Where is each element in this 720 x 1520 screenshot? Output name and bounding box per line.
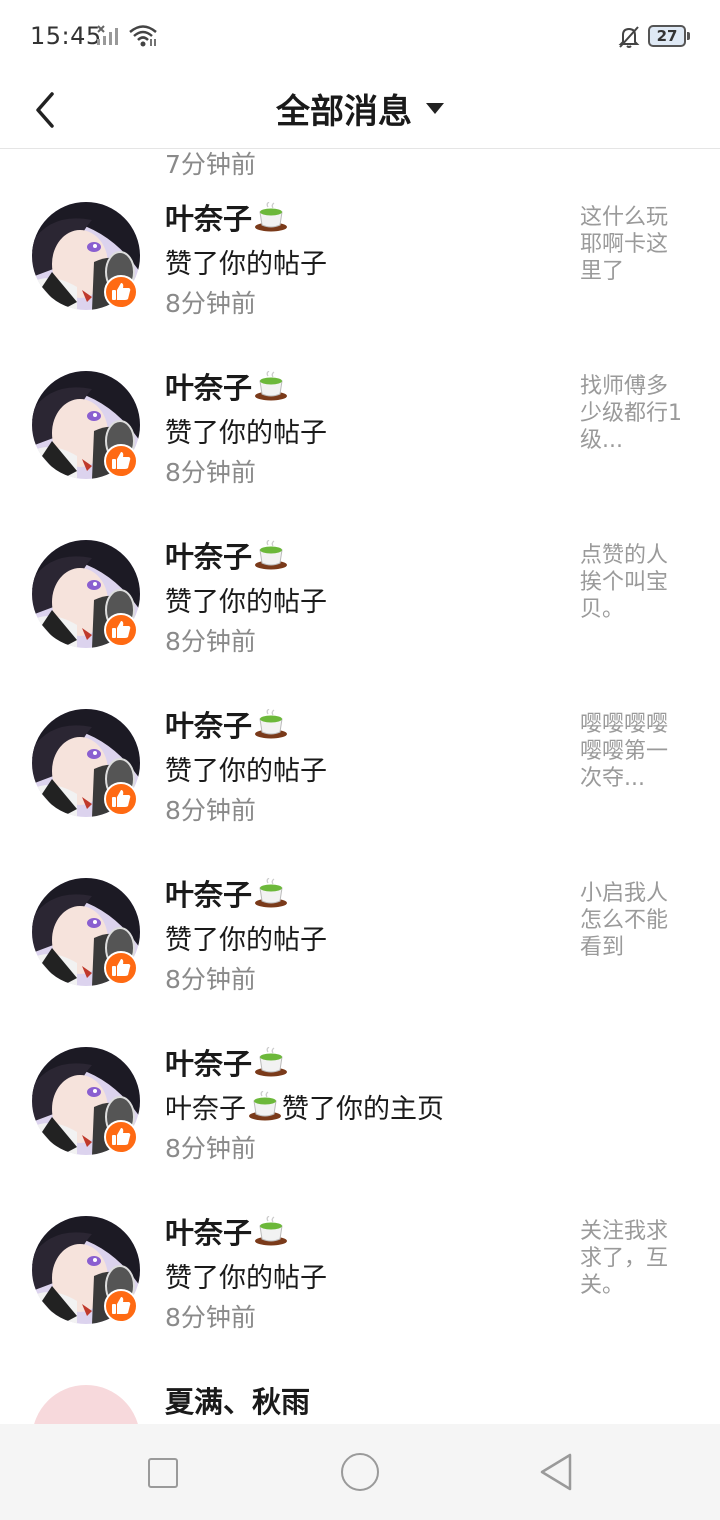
action-text: 赞了你的帖子 [165,587,327,618]
notification-action: 叶奈子 赞了你的主页 [165,1087,444,1126]
title-dropdown[interactable]: 全部消息 [0,84,720,133]
notification-item[interactable]: 叶奈子赞了你的帖子 8分钟前 点赞的人挨个叫宝贝。 [0,518,720,687]
sender-name[interactable]: 叶奈子 [165,872,288,914]
tea-emoji-icon [255,1047,288,1077]
thumbs-up-icon [112,959,131,976]
action-text: 赞了你的帖子 [165,925,327,956]
notification-item[interactable]: 叶奈子赞了你的帖子 8分钟前 找师傅多少级都行1级... [0,349,720,518]
header: 全部消息 [0,70,720,149]
sender-name[interactable]: 叶奈子 [165,534,288,576]
notification-time: 7分钟前 [165,150,256,179]
thumbs-up-icon [112,1128,131,1145]
like-badge [104,1120,138,1154]
notification-time: 8分钟前 [165,965,256,994]
sender-name[interactable]: 叶奈子 [165,196,288,238]
sender-name[interactable]: 叶奈子 [165,1210,288,1252]
post-preview[interactable]: 点赞的人挨个叫宝贝。 [580,542,688,623]
sender-name-text: 叶奈子 [165,1047,253,1081]
notification-action: 赞了你的帖子 [165,918,327,957]
tea-emoji-icon [255,540,288,570]
post-preview[interactable]: 小启我人怎么不能看到 [580,880,688,961]
notification-list[interactable]: 7分钟前 叶奈子 赞了你的帖子 8分钟前 这什么玩耶啊卡这里了 叶奈子 赞了你的帖子 8分钟前… [0,149,720,1424]
notification-item[interactable]: 叶奈子赞了你的帖子 8分钟前 关注我求求了，互关。 [0,1194,720,1363]
notification-time: 8分钟前 [165,1134,256,1163]
notification-time: 8分钟前 [165,458,256,487]
sender-name-text: 夏满、秋雨 [165,1385,311,1419]
home-button[interactable] [341,1453,379,1491]
bell-muted-icon [618,26,640,48]
notification-action: 赞了你的帖子 [165,749,327,788]
thumbs-up-icon [112,1297,131,1314]
tea-emoji-icon [255,371,288,401]
caret-down-icon [426,103,444,114]
sender-name[interactable]: 夏满、秋雨 [165,1379,310,1421]
notification-action: 赞了你的帖子 [165,242,327,281]
like-badge [104,444,138,478]
notification-item[interactable]: 7分钟前 [0,149,720,180]
notification-item[interactable]: 叶奈子 叶奈子 赞了你的主页 8分钟前 [0,1025,720,1194]
notification-action: 赞了你的帖子 [165,580,327,619]
sender-name-text: 叶奈子 [165,371,253,405]
tea-emoji-icon [255,202,288,232]
like-badge [104,1289,138,1323]
sender-name-text: 叶奈子 [165,1216,253,1250]
sender-name[interactable]: 叶奈子 [165,703,288,745]
tea-emoji-icon [249,1091,281,1121]
notification-time: 8分钟前 [165,1303,256,1332]
notification-action: 赞了你的帖子 [165,1256,327,1295]
back-button[interactable] [538,1452,574,1492]
sender-name-text: 叶奈子 [165,540,253,574]
battery-icon: 27 [648,25,690,47]
thumbs-up-icon [112,790,131,807]
action-actor: 叶奈子 [165,1094,246,1125]
tea-emoji-icon [255,878,288,908]
tea-emoji-icon [255,1216,288,1246]
thumbs-up-icon [112,452,131,469]
signal-icon [97,25,118,45]
system-nav-bar [0,1424,720,1520]
post-preview[interactable]: 嘤嘤嘤嘤嘤嘤第一次夺... [580,711,688,792]
action-text: 赞了你的帖子 [165,249,327,280]
notification-action: 赞了你的帖子 [165,411,327,450]
like-badge [104,613,138,647]
notification-item[interactable]: 叶奈子赞了你的帖子 8分钟前 小启我人怎么不能看到 [0,856,720,1025]
notification-time: 8分钟前 [165,627,256,656]
like-badge [104,951,138,985]
notification-item[interactable]: 夏满、秋雨 [0,1363,720,1424]
like-badge [104,782,138,816]
action-text: 赞了你的主页 [282,1094,444,1125]
avatar[interactable] [32,1385,140,1424]
notification-time: 8分钟前 [165,796,256,825]
action-text: 赞了你的帖子 [165,418,327,449]
sender-name-text: 叶奈子 [165,878,253,912]
post-preview[interactable]: 这什么玩耶啊卡这里了 [580,204,688,285]
post-preview[interactable]: 关注我求求了，互关。 [580,1218,688,1299]
sender-name[interactable]: 叶奈子 [165,1041,288,1083]
recent-apps-button[interactable] [148,1458,178,1488]
sender-name[interactable]: 叶奈子 [165,365,288,407]
status-time: 15:45 [30,22,102,50]
thumbs-up-icon [112,283,131,300]
status-bar: 15:45 27 [0,0,720,70]
action-text: 赞了你的帖子 [165,1263,327,1294]
notification-item[interactable]: 叶奈子赞了你的帖子 8分钟前 嘤嘤嘤嘤嘤嘤第一次夺... [0,687,720,856]
thumbs-up-icon [112,621,131,638]
notification-time: 8分钟前 [165,289,256,318]
notification-item[interactable]: 叶奈子赞了你的帖子 8分钟前 这什么玩耶啊卡这里了 [0,180,720,349]
post-preview[interactable]: 找师傅多少级都行1级... [580,373,688,454]
tea-emoji-icon [255,709,288,739]
page-title: 全部消息 [276,92,412,132]
sender-name-text: 叶奈子 [165,202,253,236]
action-text: 赞了你的帖子 [165,756,327,787]
sender-name-text: 叶奈子 [165,709,253,743]
like-badge [104,275,138,309]
wifi-icon [129,25,157,47]
